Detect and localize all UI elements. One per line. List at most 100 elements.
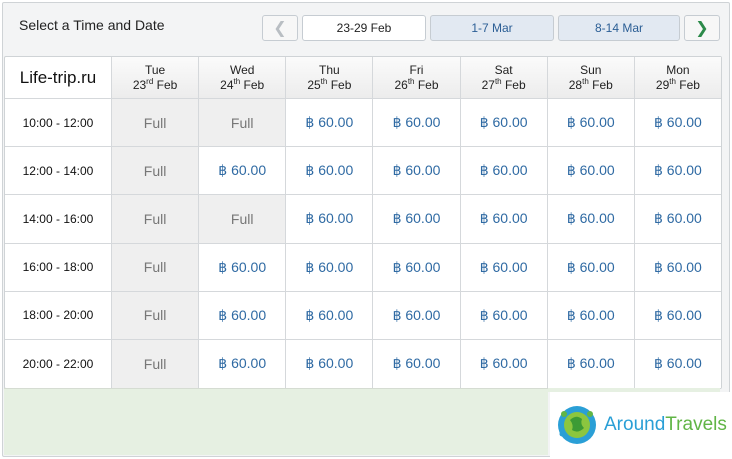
time-slot-label: 10:00 - 12:00	[5, 99, 111, 148]
slot-full: Full	[198, 99, 286, 148]
slot-price-button[interactable]: ฿ 60.00	[372, 243, 460, 292]
day-date: 29th Feb	[656, 76, 700, 93]
slot-price-button[interactable]: ฿ 60.00	[459, 339, 547, 388]
slot-price-button[interactable]: ฿ 60.00	[285, 147, 373, 196]
footer-panel	[4, 388, 548, 455]
slot-price-button[interactable]: ฿ 60.00	[633, 291, 721, 340]
day-header: Tue 23rd Feb	[111, 57, 199, 99]
day-month: Feb	[330, 77, 352, 92]
day-date: 27th Feb	[482, 76, 526, 93]
day-month: Feb	[156, 77, 178, 92]
slot-full: Full	[111, 243, 199, 292]
slot-price-button[interactable]: ฿ 60.00	[633, 147, 721, 196]
day-name: Mon	[666, 62, 690, 77]
slot-price-button[interactable]: ฿ 60.00	[546, 243, 634, 292]
week-tab-current[interactable]: 23-29 Feb	[302, 15, 426, 41]
day-name: Sat	[494, 62, 513, 77]
day-name: Sun	[580, 62, 602, 77]
day-ordinal: th	[407, 76, 415, 86]
slot-price-button[interactable]: ฿ 60.00	[198, 147, 286, 196]
day-name: Fri	[409, 62, 424, 77]
slot-price-button[interactable]: ฿ 60.00	[459, 99, 547, 148]
day-ordinal: rd	[146, 76, 154, 86]
day-name: Wed	[229, 62, 255, 77]
slot-price-button[interactable]: ฿ 60.00	[372, 195, 460, 244]
slot-full: Full	[111, 339, 199, 388]
slot-full: Full	[111, 291, 199, 340]
slot-price-button[interactable]: ฿ 60.00	[198, 291, 286, 340]
slot-price-button[interactable]: ฿ 60.00	[372, 339, 460, 388]
week-tab-after-next[interactable]: 8-14 Mar	[558, 15, 680, 41]
week-tab-next[interactable]: 1-7 Mar	[430, 15, 554, 41]
day-name: Tue	[144, 62, 166, 77]
slot-price-button[interactable]: ฿ 60.00	[285, 339, 373, 388]
chevron-right-icon: ❯	[695, 20, 709, 37]
widget-title: Select a Time and Date	[19, 17, 165, 33]
logo-wordmark: AroundTravels	[604, 414, 727, 436]
slot-price-button[interactable]: ฿ 60.00	[633, 99, 721, 148]
slot-price-button[interactable]: ฿ 60.00	[546, 195, 634, 244]
brand-label: Life-trip.ru	[5, 57, 111, 99]
time-slot-label: 20:00 - 22:00	[22, 356, 94, 371]
time-slot-label: 18:00 - 20:00	[5, 292, 111, 340]
slot-price-button[interactable]: ฿ 60.00	[546, 147, 634, 196]
slot-price-button[interactable]: ฿ 60.00	[285, 291, 373, 340]
slot-full: Full	[198, 195, 286, 244]
day-ordinal: th	[669, 76, 676, 86]
slot-price-button[interactable]: ฿ 60.00	[546, 339, 634, 388]
day-number: 28	[568, 77, 583, 92]
slot-price-button[interactable]: ฿ 60.00	[285, 243, 373, 292]
day-header: Sun 28th Feb	[546, 57, 634, 99]
day-month: Feb	[679, 77, 700, 92]
day-date: 25th Feb	[307, 77, 352, 93]
slot-price-button[interactable]: ฿ 60.00	[459, 291, 547, 340]
slot-price-button[interactable]: ฿ 60.00	[372, 147, 460, 196]
day-date: 26th Feb	[394, 76, 439, 93]
day-header: Fri 26th Feb	[372, 57, 460, 99]
slot-price-button[interactable]: ฿ 60.00	[198, 339, 286, 388]
time-slot-label: 12:00 - 14:00	[5, 147, 111, 196]
day-date: 23rd Feb	[132, 76, 178, 93]
day-month: Feb	[592, 77, 613, 92]
next-week-button[interactable]: ❯	[684, 15, 720, 41]
day-header: Thu 25th Feb	[285, 57, 373, 99]
day-number: 26	[394, 77, 408, 92]
day-name: Thu	[319, 62, 340, 77]
day-number: 24	[220, 77, 234, 92]
logo-text-around: Around	[604, 414, 666, 435]
prev-week-button[interactable]: ❮	[262, 15, 298, 41]
slot-price-button[interactable]: ฿ 60.00	[633, 339, 721, 388]
slot-price-button[interactable]: ฿ 60.00	[459, 147, 547, 196]
slot-price-button[interactable]: ฿ 60.00	[459, 195, 547, 244]
day-ordinal: th	[233, 76, 241, 86]
slot-full: Full	[111, 147, 199, 196]
globe-icon	[558, 406, 596, 444]
slot-price-button[interactable]: ฿ 60.00	[285, 99, 373, 148]
logo-text-travels: Travels	[665, 414, 727, 435]
slot-price-button[interactable]: ฿ 60.00	[198, 243, 286, 292]
slot-price-button[interactable]: ฿ 60.00	[633, 195, 721, 244]
day-number: 25	[307, 77, 321, 92]
time-slot-label: 16:00 - 18:00	[5, 244, 111, 292]
chevron-left-icon: ❮	[273, 20, 287, 37]
day-date: 24th Feb	[220, 76, 264, 93]
time-slot-label: 14:00 - 16:00	[5, 195, 111, 244]
schedule-table: Life-trip.ru Tue 23rd Feb Wed 24th Feb Thu 25…	[4, 56, 722, 389]
day-month: Feb	[504, 77, 526, 92]
slot-price-button[interactable]: ฿ 60.00	[372, 99, 460, 148]
day-ordinal: th	[582, 76, 589, 86]
slot-price-button[interactable]: ฿ 60.00	[285, 195, 373, 244]
slot-price-button[interactable]: ฿ 60.00	[459, 243, 547, 292]
day-header: Sat 27th Feb	[459, 57, 547, 99]
slot-price-button[interactable]: ฿ 60.00	[546, 99, 634, 148]
day-date: 28th Feb	[568, 76, 613, 93]
slot-full: Full	[111, 99, 199, 148]
slot-price-button[interactable]: ฿ 60.00	[372, 291, 460, 340]
day-month: Feb	[417, 77, 439, 92]
day-ordinal: th	[494, 76, 502, 86]
slot-price-button[interactable]: ฿ 60.00	[633, 243, 721, 292]
day-header: Mon 29th Feb	[633, 57, 721, 99]
day-number: 23	[132, 77, 147, 92]
aroundtravels-logo: AroundTravels	[550, 392, 730, 458]
slot-price-button[interactable]: ฿ 60.00	[546, 291, 634, 340]
